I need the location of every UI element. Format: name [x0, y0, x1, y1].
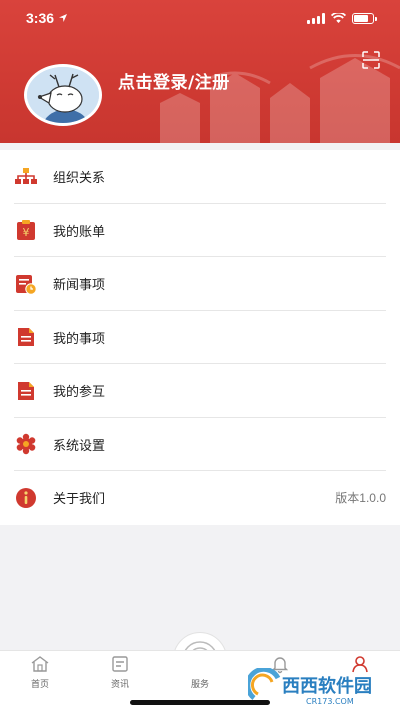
- login-register-link[interactable]: 点击登录/注册: [118, 68, 230, 93]
- cellular-signal-icon: [307, 12, 325, 24]
- info-icon: [14, 486, 38, 510]
- menu-item-label: 我的账单: [53, 224, 106, 240]
- battery-icon: [352, 12, 377, 24]
- bell-icon: [271, 657, 289, 674]
- scan-icon[interactable]: [362, 51, 380, 69]
- news-calendar-icon: [14, 272, 38, 296]
- svg-text:¥: ¥: [23, 226, 30, 239]
- profile-header: 3:36 点击登录/注册: [0, 0, 400, 143]
- status-bar: 3:36: [0, 0, 400, 36]
- menu-item-my-matters[interactable]: 我的事项: [0, 311, 400, 365]
- menu-item-about-us[interactable]: 关于我们 版本1.0.0: [0, 471, 400, 525]
- menu-item-label: 关于我们: [53, 492, 106, 508]
- status-indicators: [307, 12, 377, 24]
- status-time: 3:36: [26, 10, 68, 26]
- menu-item-org-relations[interactable]: 组织关系: [0, 150, 400, 204]
- menu-item-label: 系统设置: [53, 438, 106, 454]
- home-icon: [31, 656, 49, 672]
- menu-item-news[interactable]: 新闻事项: [0, 257, 400, 311]
- wifi-icon: [331, 12, 346, 23]
- gear-icon: [14, 432, 38, 456]
- menu-item-label: 我的参互: [53, 385, 106, 401]
- settings-menu: 组织关系 ¥ 我的账单 新闻事项 我的事项 我的参互 系统设置 关于我们 版本1…: [0, 150, 400, 525]
- location-arrow-icon: [59, 14, 68, 22]
- menu-item-system-settings[interactable]: 系统设置: [0, 418, 400, 472]
- menu-item-label: 我的事项: [53, 331, 106, 347]
- home-indicator: [130, 700, 270, 705]
- tab-label: 服务: [190, 680, 209, 690]
- tab-label: 资讯: [110, 680, 129, 690]
- menu-item-label: 组织关系: [53, 171, 106, 187]
- tab-label: 首页: [30, 680, 49, 690]
- menu-item-label: 新闻事项: [53, 278, 106, 294]
- tab-home[interactable]: 首页: [0, 651, 80, 711]
- bill-icon: ¥: [14, 218, 38, 242]
- document-icon: [14, 379, 38, 403]
- news-icon: [112, 656, 128, 672]
- version-text: 版本1.0.0: [335, 491, 386, 506]
- temple-silhouette-icon: [160, 54, 400, 143]
- avatar[interactable]: [24, 64, 102, 126]
- menu-item-my-participation[interactable]: 我的参互: [0, 364, 400, 418]
- deer-avatar-icon: [27, 67, 99, 123]
- profile-icon: [352, 656, 368, 673]
- tab-profile[interactable]: [320, 651, 400, 711]
- org-chart-icon: [14, 165, 38, 189]
- menu-item-my-bills[interactable]: ¥ 我的账单: [0, 204, 400, 258]
- document-icon: [14, 325, 38, 349]
- clock-text: 3:36: [26, 10, 55, 26]
